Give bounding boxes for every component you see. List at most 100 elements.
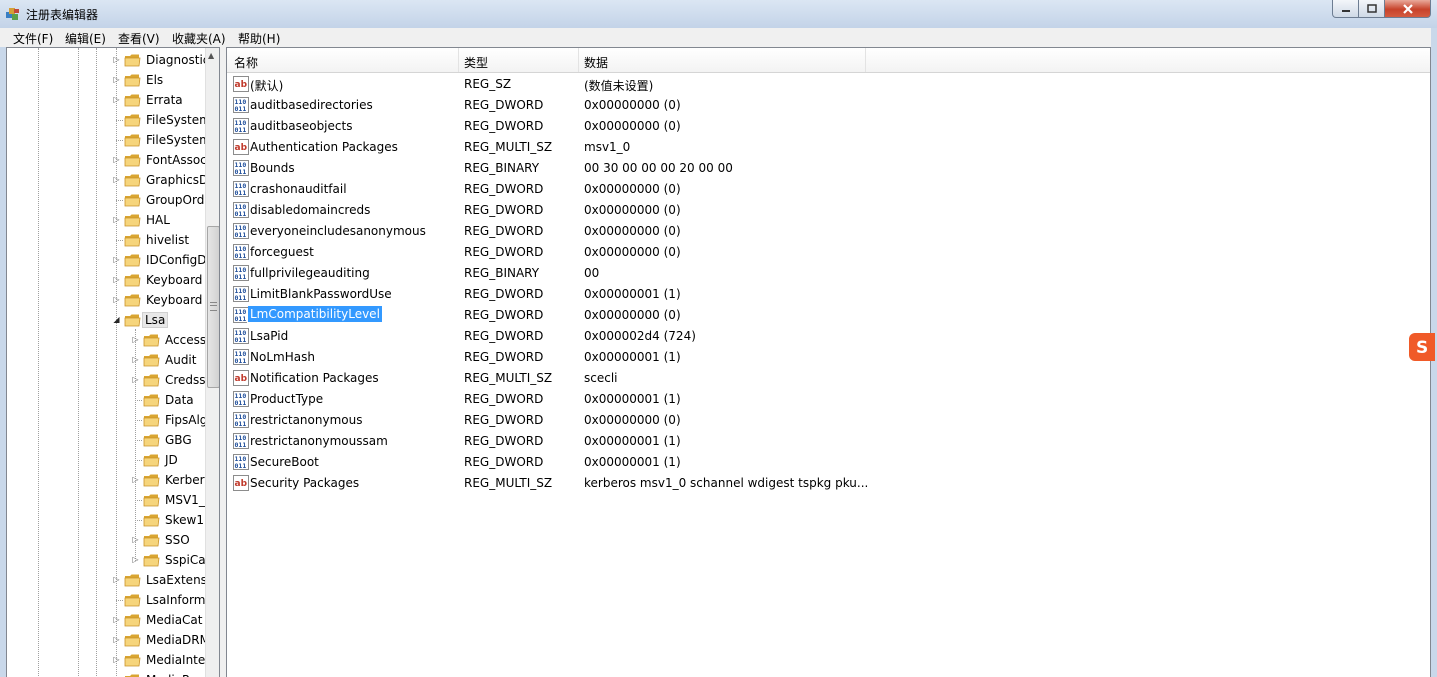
column-header-name[interactable]: 名称	[234, 54, 258, 71]
expand-arrow-icon[interactable]: ▷	[131, 375, 140, 384]
value-row[interactable]: ab Notification Packages REG_MULTI_SZ scecl…	[227, 368, 1327, 389]
menu-file[interactable]: 文件(F)	[13, 30, 53, 47]
value-row[interactable]: 110 011 NoLmHash REG_DWORD 0x00000001 (1)	[227, 347, 1327, 368]
binary-value-icon: 110011	[233, 181, 249, 197]
tree-item[interactable]: ▷ Els	[7, 70, 203, 90]
value-row[interactable]: 110 011 LmCompatibilityLevel REG_DWORD 0x000…	[227, 305, 1327, 326]
value-data: 0x000002d4 (724)	[584, 329, 696, 343]
value-row[interactable]: 110 011 forceguest REG_DWORD 0x00000000 (0)	[227, 242, 1327, 263]
expand-arrow-icon[interactable]: ▷	[112, 75, 121, 84]
value-row[interactable]: 110 011 restrictanonymoussam REG_DWORD 0x000…	[227, 431, 1327, 452]
value-row[interactable]: 110 011 ProductType REG_DWORD 0x00000001 (1)	[227, 389, 1327, 410]
value-row[interactable]: 110 011 Bounds REG_BINARY 00 30 00 00 00 20 …	[227, 158, 1327, 179]
tree-item[interactable]: ▷ Keyboard	[7, 290, 203, 310]
tree-item[interactable]: ▷ MediaInte	[7, 650, 205, 670]
collapse-arrow-icon[interactable]: ◢	[112, 315, 121, 324]
tree-item[interactable]: FileSystem	[7, 130, 211, 150]
value-data: 0x00000001 (1)	[584, 392, 681, 406]
expand-arrow-icon[interactable]: ▷	[112, 575, 121, 584]
tree-item[interactable]: ▷ MediaCat	[7, 610, 203, 630]
tree-item[interactable]: ▷ SSO	[7, 530, 203, 550]
tree-item[interactable]: FipsAlg	[7, 410, 207, 430]
value-row[interactable]: 110 011 disabledomaincreds REG_DWORD 0x00000…	[227, 200, 1327, 221]
expand-arrow-icon[interactable]: ▷	[112, 615, 121, 624]
tree-item[interactable]: ▷ Audit	[7, 350, 203, 370]
value-row[interactable]: 110 011 LimitBlankPasswordUse REG_DWORD 0x00…	[227, 284, 1327, 305]
tree-item[interactable]: ▷ Credss	[7, 370, 205, 390]
expand-arrow-icon[interactable]: ▷	[112, 95, 121, 104]
expand-arrow-icon[interactable]: ▷	[112, 635, 121, 644]
tree-item[interactable]: MSV1_	[7, 490, 205, 510]
expand-arrow-icon[interactable]: ▷	[112, 255, 121, 264]
expand-arrow-icon[interactable]: ▷	[112, 275, 121, 284]
tree-item[interactable]: LsaInform	[7, 590, 205, 610]
column-divider[interactable]	[865, 48, 866, 72]
value-data: 0x00000000 (0)	[584, 245, 681, 259]
value-row[interactable]: 110 011 restrictanonymous REG_DWORD 0x000000…	[227, 410, 1327, 431]
tree-item[interactable]: JD	[7, 450, 203, 470]
value-row[interactable]: ab (默认) REG_SZ (数值未设置)	[227, 74, 1327, 95]
expand-arrow-icon[interactable]: ▷	[131, 475, 140, 484]
value-row[interactable]: ab Security Packages REG_MULTI_SZ kerberos …	[227, 473, 1327, 494]
expand-arrow-icon[interactable]: ▷	[131, 555, 140, 564]
tree-item[interactable]: ▷ HAL	[7, 210, 203, 230]
value-row[interactable]: 110 011 auditbaseobjects REG_DWORD 0x0000000…	[227, 116, 1327, 137]
tree-item[interactable]: ◢ Lsa	[7, 310, 203, 330]
tree-item[interactable]: GroupOrd	[7, 190, 204, 210]
tree-item[interactable]: ▷ IDConfigD	[7, 250, 206, 270]
registry-key-tree[interactable]: ▷ Diagnostic ▷ Els ▷ Errata FileSystem FileSyst…	[6, 47, 220, 677]
tree-item[interactable]: ▷ Keyboard	[7, 270, 203, 290]
tree-item[interactable]: ▷ LsaExtens	[7, 570, 207, 590]
tree-connector	[135, 400, 142, 401]
value-row[interactable]: 110 011 auditbasedirectories REG_DWORD 0x000…	[227, 95, 1327, 116]
tree-item[interactable]: Skew1	[7, 510, 204, 530]
tree-item[interactable]: ▷ Errata	[7, 90, 203, 110]
expand-arrow-icon[interactable]: ▷	[112, 55, 121, 64]
value-row[interactable]: 110 011 SecureBoot REG_DWORD 0x00000001 (1)	[227, 452, 1327, 473]
tree-item[interactable]: ▷ MediaDRM	[7, 630, 210, 650]
tree-item[interactable]: Data	[7, 390, 203, 410]
column-divider[interactable]	[578, 48, 579, 72]
window-title: 注册表编辑器	[26, 8, 99, 22]
scroll-up-arrow-icon[interactable]: ▲	[208, 51, 214, 60]
tree-item[interactable]: ▷ SspiCa	[7, 550, 205, 570]
tree-vertical-scrollbar[interactable]: ▲	[205, 48, 219, 677]
column-header-data[interactable]: 数据	[584, 54, 608, 71]
tree-item[interactable]: GBG	[7, 430, 203, 450]
expand-arrow-icon[interactable]: ▷	[112, 655, 121, 664]
expand-arrow-icon[interactable]: ▷	[131, 335, 140, 344]
expand-arrow-icon[interactable]: ▷	[131, 535, 140, 544]
tree-item[interactable]: ▷MediaP	[7, 670, 203, 677]
svg-text:ab: ab	[235, 374, 248, 384]
column-divider[interactable]	[458, 48, 459, 72]
tree-item[interactable]: ▷ GraphicsD	[7, 170, 208, 190]
scrollbar-thumb[interactable]	[207, 226, 219, 388]
menu-help[interactable]: 帮助(H)	[238, 30, 280, 47]
value-row[interactable]: 110 011 fullprivilegeauditing REG_BINARY 00	[227, 263, 1327, 284]
tree-item[interactable]: FileSystem	[7, 110, 211, 130]
value-row[interactable]: 110 011 LsaPid REG_DWORD 0x000002d4 (724)	[227, 326, 1327, 347]
value-row[interactable]: 110 011 everyoneincludesanonymous REG_DWORD…	[227, 221, 1327, 242]
menu-view[interactable]: 查看(V)	[118, 30, 160, 47]
column-header-type[interactable]: 类型	[464, 54, 488, 71]
registry-values-list[interactable]: 名称 类型 数据 ab (默认) REG_SZ (数值未设置) 110 011 auditb…	[226, 47, 1431, 677]
maximize-button[interactable]	[1359, 0, 1385, 18]
expand-arrow-icon[interactable]: ▷	[131, 355, 140, 364]
tree-item[interactable]: ▷ Access	[7, 330, 206, 350]
tree-item[interactable]: ▷ Diagnostic	[7, 50, 209, 70]
expand-arrow-icon[interactable]: ▷	[112, 155, 121, 164]
value-row[interactable]: 110 011 crashonauditfail REG_DWORD 0x0000000…	[227, 179, 1327, 200]
minimize-button[interactable]	[1332, 0, 1359, 18]
tree-item[interactable]: ▷ FontAssoc	[7, 150, 206, 170]
close-button[interactable]	[1385, 0, 1431, 18]
ime-badge[interactable]: S	[1409, 333, 1435, 361]
expand-arrow-icon[interactable]: ▷	[112, 175, 121, 184]
tree-item[interactable]: ▷ Kerber	[7, 470, 204, 490]
menu-favorites[interactable]: 收藏夹(A)	[172, 30, 226, 47]
value-row[interactable]: ab Authentication Packages REG_MULTI_SZ msv…	[227, 137, 1327, 158]
tree-item[interactable]: hivelist	[7, 230, 203, 250]
tree-connector	[116, 600, 123, 601]
menu-edit[interactable]: 编辑(E)	[65, 30, 106, 47]
expand-arrow-icon[interactable]: ▷	[112, 295, 121, 304]
expand-arrow-icon[interactable]: ▷	[112, 215, 121, 224]
